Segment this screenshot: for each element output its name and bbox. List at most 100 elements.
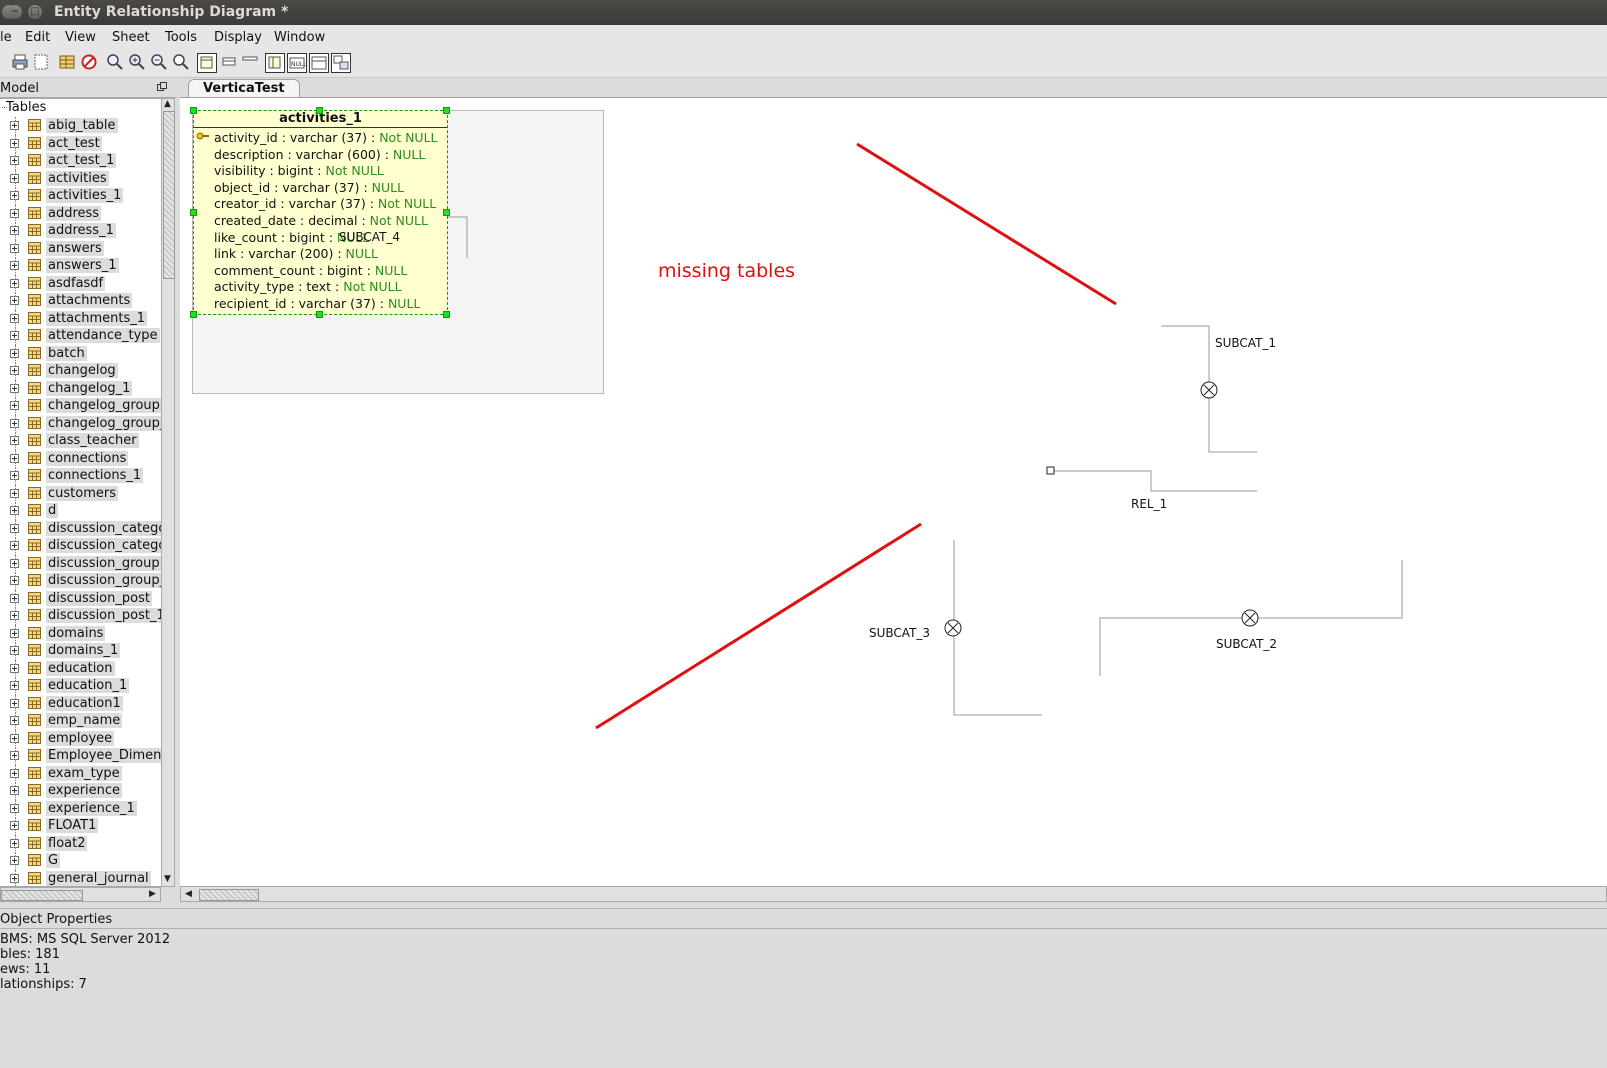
expand-icon[interactable] <box>10 278 19 288</box>
zoom-in-icon[interactable] <box>128 53 146 71</box>
tree-item-table[interactable]: emp_name <box>0 712 162 730</box>
tree-item-table[interactable]: changelog_group <box>0 397 162 415</box>
expand-icon[interactable] <box>10 226 19 235</box>
tree-item-table[interactable]: domains <box>0 624 162 643</box>
tree-item-table[interactable]: employee <box>0 729 162 748</box>
expand-icon[interactable] <box>10 506 19 515</box>
tree-item-table[interactable]: connections_1 <box>0 467 162 485</box>
stop-icon[interactable] <box>80 53 98 71</box>
expand-icon[interactable] <box>10 523 19 533</box>
expand-icon[interactable] <box>10 663 19 673</box>
expand-icon[interactable] <box>10 173 19 183</box>
zoom-out-icon[interactable] <box>150 53 168 71</box>
view-3-icon[interactable] <box>309 53 329 73</box>
restore-icon[interactable] <box>157 82 167 92</box>
tree-item-table[interactable]: discussion_group <box>0 554 162 573</box>
tree-item-table[interactable]: float2 <box>0 834 162 853</box>
scroll-left-icon[interactable]: ◀ <box>185 889 192 899</box>
tree-item-table[interactable]: exam_type <box>0 764 162 783</box>
tree-root-tables[interactable]: Tables <box>6 100 46 115</box>
tree-item-table[interactable]: activities <box>0 169 162 188</box>
tree-item-table[interactable]: answers_1 <box>0 257 162 275</box>
menu-sheet[interactable]: Sheet <box>112 30 150 45</box>
entity-column[interactable]: creator_id : varchar (37) : Not NULL <box>214 196 436 211</box>
expand-icon[interactable] <box>10 471 19 480</box>
tree-item-table[interactable]: Employee_Dimensi <box>0 747 162 765</box>
print-icon[interactable] <box>11 53 29 71</box>
menu-view[interactable]: View <box>65 30 96 45</box>
display-mode-2-icon[interactable] <box>220 53 238 71</box>
entity-activities-1[interactable]: activities_1 activity_id : varchar (37) … <box>193 110 448 315</box>
table-properties-icon[interactable] <box>58 53 76 71</box>
expand-icon[interactable] <box>10 138 19 148</box>
menu-file[interactable]: le <box>0 30 12 45</box>
expand-icon[interactable] <box>10 191 19 200</box>
entity-column[interactable]: visibility : bigint : Not NULL <box>214 163 384 178</box>
expand-icon[interactable] <box>10 418 19 428</box>
tree-item-table[interactable]: experience <box>0 782 162 800</box>
tree-item-table[interactable]: education1 <box>0 694 162 713</box>
view-null-icon[interactable]: NULL <box>287 53 307 73</box>
rel-1-label[interactable]: REL_1 <box>1131 497 1167 511</box>
expand-icon[interactable] <box>10 698 19 708</box>
page-setup-icon[interactable] <box>32 53 50 71</box>
display-mode-3-icon[interactable] <box>241 53 259 71</box>
expand-icon[interactable] <box>10 751 19 760</box>
tree-item-table[interactable]: discussion_catego <box>0 537 162 555</box>
canvas-hscroll-thumb[interactable] <box>199 889 259 901</box>
entity-column[interactable]: object_id : varchar (37) : NULL <box>214 180 404 195</box>
display-mode-1-icon[interactable] <box>197 53 217 73</box>
tree-item-table[interactable]: answers <box>0 239 162 258</box>
selection-handle[interactable] <box>443 311 450 318</box>
tree-item-table[interactable]: d <box>0 502 162 520</box>
expand-icon[interactable] <box>10 243 19 253</box>
menu-display[interactable]: Display <box>214 30 262 45</box>
expand-icon[interactable] <box>10 681 19 690</box>
expand-icon[interactable] <box>10 803 19 813</box>
subcat-2-label[interactable]: SUBCAT_2 <box>1216 637 1277 651</box>
menu-window[interactable]: Window <box>274 30 325 45</box>
expand-icon[interactable] <box>10 611 19 620</box>
tree-item-table[interactable]: domains_1 <box>0 642 162 660</box>
tree-vertical-scrollbar[interactable]: ▲ ▼ <box>161 98 175 887</box>
expand-icon[interactable] <box>10 786 19 795</box>
entity-column[interactable]: activity_id : varchar (37) : Not NULL <box>214 130 438 145</box>
selection-handle[interactable] <box>443 209 450 216</box>
expand-icon[interactable] <box>10 646 19 655</box>
tree-item-table[interactable]: address <box>0 204 162 223</box>
tree-item-table[interactable]: batch <box>0 344 162 363</box>
expand-icon[interactable] <box>10 873 19 883</box>
subcat-1-label[interactable]: SUBCAT_1 <box>1215 336 1276 350</box>
tree-vscroll-thumb[interactable] <box>163 111 175 279</box>
expand-icon[interactable] <box>10 558 19 568</box>
tree-item-table[interactable]: attendance_type <box>0 327 162 345</box>
expand-icon[interactable] <box>10 261 19 270</box>
canvas-horizontal-scrollbar[interactable]: ◀ <box>180 886 1607 902</box>
tree-item-table[interactable]: connections <box>0 449 162 468</box>
view-4-icon[interactable] <box>331 53 351 73</box>
entity-column[interactable]: description : varchar (600) : NULL <box>214 147 425 162</box>
tree-item-table[interactable]: abig_table <box>0 117 162 135</box>
selection-handle[interactable] <box>190 311 197 318</box>
zoom-fit-icon[interactable] <box>106 53 124 71</box>
tree-item-table[interactable]: FLOAT1 <box>0 817 162 835</box>
scroll-up-icon[interactable]: ▲ <box>164 99 171 109</box>
maximize-icon[interactable]: □ <box>28 5 42 19</box>
menu-edit[interactable]: Edit <box>25 30 50 45</box>
subcat-3-label[interactable]: SUBCAT_3 <box>869 626 930 640</box>
expand-icon[interactable] <box>10 436 19 445</box>
selection-handle[interactable] <box>316 107 323 114</box>
tree-item-table[interactable]: discussion_post <box>0 589 162 608</box>
menu-tools[interactable]: Tools <box>165 30 197 45</box>
expand-icon[interactable] <box>10 628 19 638</box>
tree-item-table[interactable]: address_1 <box>0 222 162 240</box>
tree-item-table[interactable]: act_test_1 <box>0 152 162 170</box>
entity-column[interactable]: activity_type : text : Not NULL <box>214 279 402 294</box>
tree-item-table[interactable]: attachments_1 <box>0 309 162 328</box>
tree-item-table[interactable]: activities_1 <box>0 187 162 205</box>
entity-column[interactable]: link : varchar (200) : NULL <box>214 246 378 261</box>
tree-horizontal-scrollbar[interactable]: ▶ <box>0 887 161 902</box>
tree-item-table[interactable]: customers <box>0 484 162 503</box>
tree-item-table[interactable]: education <box>0 659 162 678</box>
expand-icon[interactable] <box>10 856 19 865</box>
